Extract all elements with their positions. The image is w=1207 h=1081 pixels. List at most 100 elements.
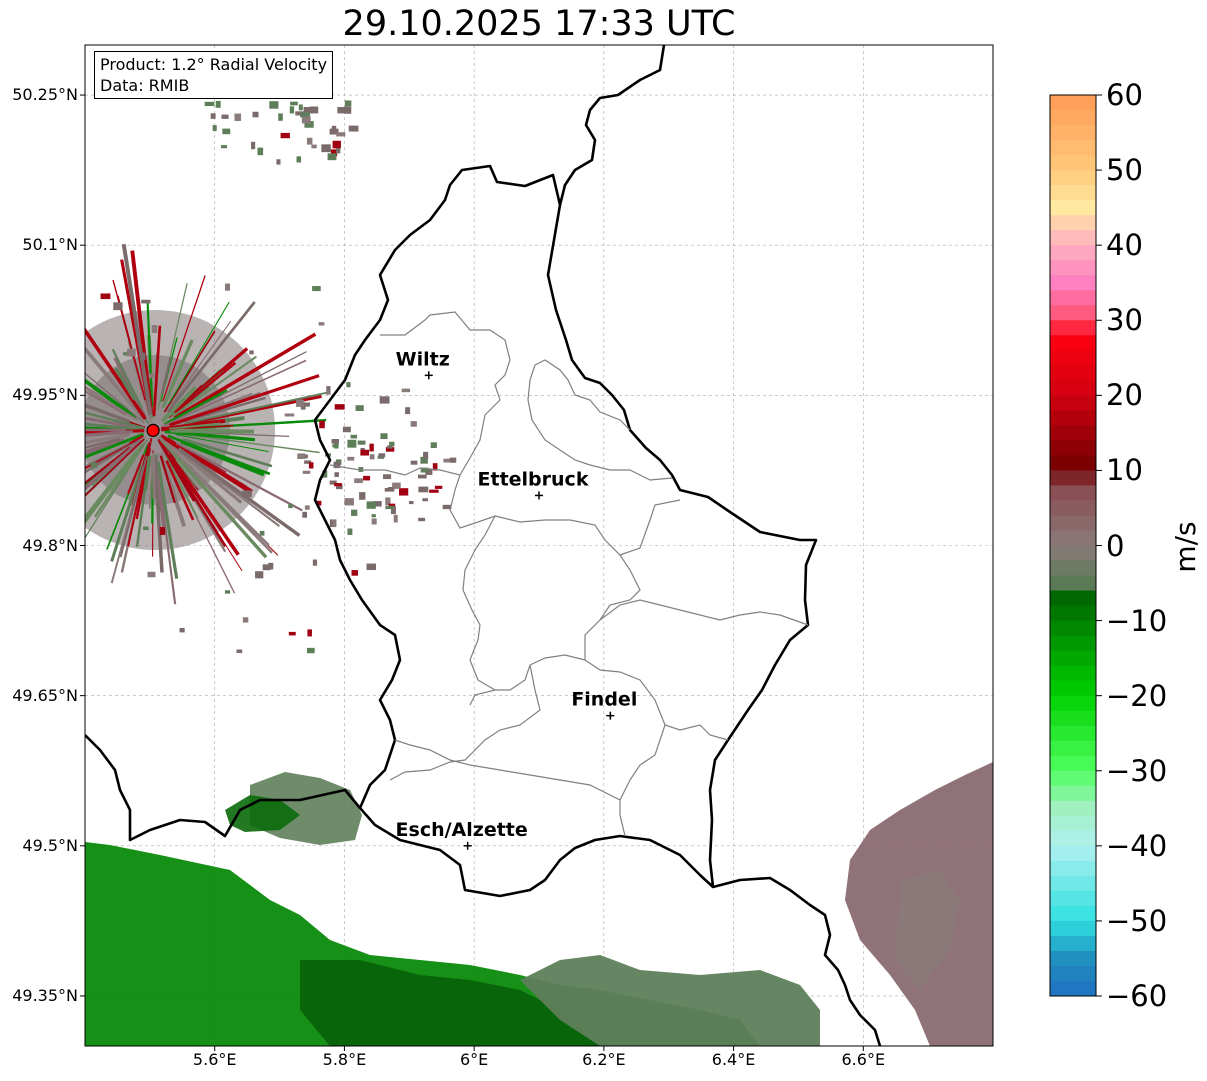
echo-speck (326, 389, 331, 395)
echo-speck (249, 350, 254, 355)
echo-speck (312, 286, 321, 292)
colorbar-segment (1050, 185, 1096, 201)
echo-speck (392, 482, 401, 489)
echo-speck (417, 474, 427, 479)
echo-speck (357, 440, 366, 445)
echo-speck (234, 113, 242, 121)
colorbar-unit-label: m/s (1169, 521, 1202, 573)
city-ettelbruck: Ettelbruck (478, 468, 589, 500)
echo-speck (385, 505, 395, 510)
echo-speck (284, 413, 295, 417)
echo-speck (321, 144, 331, 153)
lat-tickmarks (80, 94, 85, 997)
city-label: Findel (571, 689, 637, 711)
colorbar-segment (1050, 500, 1096, 516)
echo-speck (288, 631, 296, 636)
echo-speck (309, 106, 319, 114)
echo-speck (346, 382, 351, 388)
border-belgium-germany-north (558, 45, 666, 206)
lat-tick-label: 49.8°N (22, 535, 78, 555)
echo-speck (306, 647, 315, 654)
echo-speck (296, 156, 302, 163)
echo-speck (369, 454, 375, 460)
echo-speck (139, 352, 146, 361)
echo-speck (220, 145, 228, 149)
echo-speck (224, 590, 231, 594)
echo-speck (348, 125, 359, 132)
echo-speck (405, 407, 411, 415)
echo-speck (378, 453, 386, 458)
echo-speck (252, 111, 259, 118)
echo-speck (296, 399, 305, 407)
echo-speck (333, 461, 341, 469)
echo-speck (312, 559, 318, 566)
echo-speck (143, 526, 149, 531)
colorbar-segment (1050, 455, 1096, 471)
colorbar-segment (1050, 170, 1096, 186)
colorbar-segment (1050, 320, 1096, 336)
colorbar-segment (1050, 425, 1096, 441)
city-findel: Findel (571, 689, 637, 720)
colorbar-segment (1050, 875, 1096, 892)
echo-speck (318, 322, 325, 326)
canton-lines (329, 311, 809, 837)
echo-speck (347, 528, 353, 535)
echo-speck (151, 325, 158, 333)
colorbar-segment (1050, 95, 1096, 111)
colorbar (1049, 94, 1102, 997)
colorbar-segment (1050, 740, 1096, 757)
echo-speck (242, 617, 249, 623)
colorbar-segment (1050, 560, 1096, 577)
echo-speck (148, 373, 156, 379)
echo-speck (399, 488, 409, 496)
echo-speck (410, 460, 418, 465)
colorbar-segment (1050, 125, 1096, 141)
colorbar-segment (1050, 965, 1096, 982)
colorbar-tick-label: 0 (1106, 528, 1125, 563)
colorbar-segment (1050, 950, 1096, 967)
colorbar-segment (1050, 665, 1096, 682)
echo-speck (336, 132, 346, 137)
colorbar-segment (1050, 335, 1096, 351)
colorbar-tick-label: 20 (1106, 378, 1143, 413)
colorbar-segment (1050, 305, 1096, 321)
echo-speck (380, 433, 388, 440)
lat-tick-label: 49.95°N (12, 385, 78, 405)
echo-speck (141, 299, 151, 304)
colorbar-segment (1050, 770, 1096, 787)
colorbar-segment (1050, 710, 1096, 727)
echo-speck (262, 564, 271, 571)
echo-speck (278, 113, 283, 121)
echo-speck (90, 462, 98, 469)
echo-speck (221, 114, 229, 119)
radar-map[interactable]: Wiltz Ettelbruck Findel Esch/Alzette (0, 0, 1207, 1081)
colorbar-segment (1050, 695, 1096, 712)
echo-speck (371, 514, 376, 518)
echo-speck (308, 462, 314, 469)
echo-speck (379, 396, 390, 404)
colorbar-segment (1050, 755, 1096, 772)
echo-speck (100, 293, 111, 300)
border-luxembourg (313, 164, 818, 898)
echo-speck (334, 483, 342, 487)
data-source-label: Data: RMIB (100, 76, 190, 95)
echo-speck (242, 490, 252, 498)
colorbar-segment (1050, 680, 1096, 697)
echo-speck (355, 405, 364, 412)
echo-speck (334, 404, 345, 410)
colorbar-segment (1050, 650, 1096, 667)
city-label: Wiltz (396, 348, 450, 370)
echo-speck (222, 128, 231, 135)
product-label: Product: 1.2° Radial Velocity (100, 55, 328, 74)
echo-speck (147, 571, 156, 578)
echo-speck (302, 511, 308, 518)
lon-tick-label: 6.2°E (582, 1050, 626, 1069)
colorbar-segment (1050, 155, 1096, 171)
echo-speck (354, 478, 363, 484)
colorbar-segment (1050, 605, 1096, 622)
colorbar-tick-label: −50 (1106, 903, 1168, 938)
echo-speck (331, 439, 339, 444)
echo-speck (332, 444, 339, 448)
colorbar-segment (1050, 980, 1096, 997)
echo-speck (269, 101, 279, 109)
